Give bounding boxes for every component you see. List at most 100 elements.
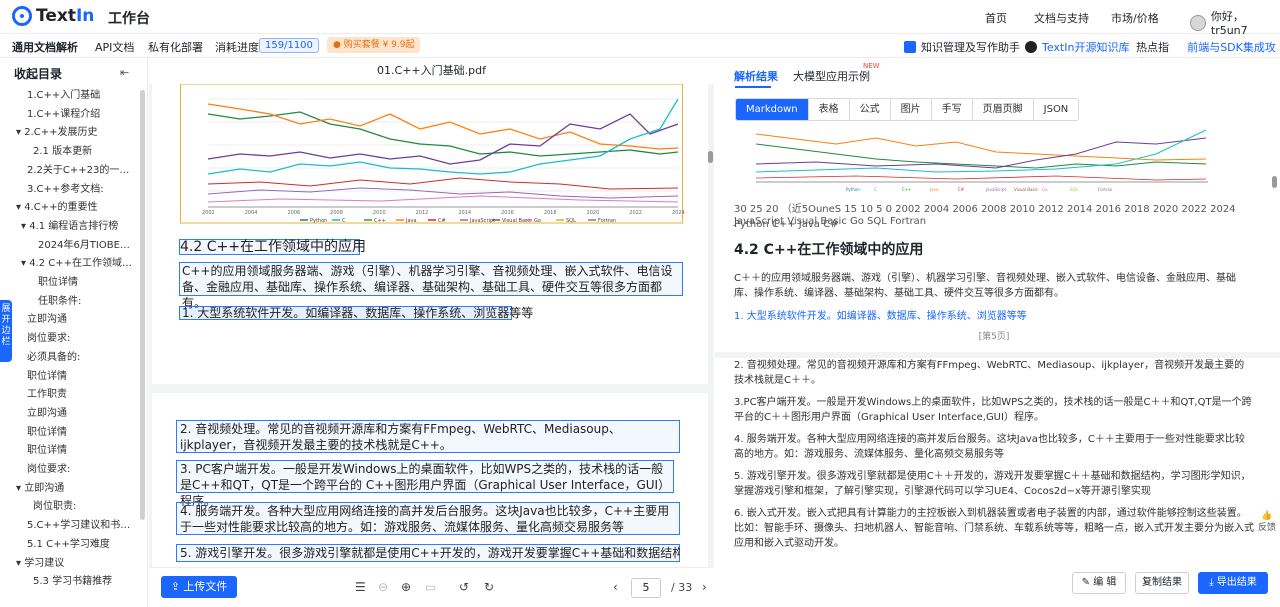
toc-item[interactable]: 岗位职责: [33, 497, 76, 512]
user-menu[interactable]: 你好，tr5un7 [1190, 8, 1280, 37]
feedback-button[interactable]: 👍 反馈 [1257, 510, 1277, 556]
export-result-button[interactable]: ⤓ 导出结果 [1198, 572, 1268, 594]
sidebar-scrollbar[interactable] [140, 90, 145, 520]
list-item-2: 2. 音视频处理。常见的音视频开源库和方案有FFmpeg、WebRTC、Medi… [180, 422, 621, 452]
thumb-icon: 👍 [1261, 511, 1273, 521]
chart-year-tick: 2008 [330, 210, 343, 216]
seg-handwriting[interactable]: 手写 [932, 99, 973, 120]
usage-label: 消耗进度 [215, 41, 259, 54]
writing-assistant-link[interactable]: 知识管理及写作助手 [904, 39, 1020, 55]
toc-item[interactable]: ▾ 2.C++发展历史 [16, 123, 97, 138]
legend-label: Visual Basic [502, 218, 532, 224]
toc-item[interactable]: 1.C++课程介绍 [27, 105, 100, 120]
result-legend-label: Java [929, 187, 939, 192]
collapse-icon[interactable]: ⇤ [120, 66, 129, 79]
result-legend-label: Visual Basic [1014, 187, 1038, 192]
upload-button[interactable]: ⇪ 上传文件 [161, 576, 237, 598]
seg-formula[interactable]: 公式 [850, 99, 891, 120]
toc-item[interactable]: ▾ 4.C++的重要性 [16, 198, 97, 213]
pdf-viewer: 01.C++入门基础.pdf 2002 2004 2006 2008 2010 2012 2… [149, 58, 714, 607]
toc-item[interactable]: 2.2关于C++23的一个小... [27, 161, 138, 176]
fit-page-icon[interactable]: ▭ [425, 580, 436, 594]
toc-item[interactable]: 立即沟通 [27, 404, 67, 419]
tab-parse-result[interactable]: 解析结果 [734, 68, 778, 84]
toc-item[interactable]: 5.C++学习建议和书籍... [27, 516, 138, 531]
nav-market[interactable]: 市场/价格 [1111, 10, 1159, 26]
toc-item[interactable]: 职位详情 [27, 367, 67, 382]
upload-icon: ⇪ [170, 580, 184, 593]
copy-result-button[interactable]: 复制结果 [1135, 572, 1189, 594]
toc-item[interactable]: 必须具备的: [27, 348, 80, 363]
result-heading: 4.2 C++在工作领域中的应用 [734, 242, 924, 258]
result-paragraph-6: 6. 嵌入式开发。嵌入式把具有计算能力的主控板嵌入到机器装置或者电子装置的内部，… [734, 508, 1254, 549]
edit-icon: ✎ [1081, 577, 1094, 588]
toc-item[interactable]: 2024年6月TIOBE发... [38, 236, 138, 251]
toc-item[interactable]: 职位详情 [38, 273, 78, 288]
toc-item[interactable]: ▾ 学习建议 [16, 554, 64, 569]
chart-year-tick: 2024 [672, 210, 685, 216]
result-chart-image: Python C C++ Java C# JavaScript Visual Basic Go… [736, 124, 1226, 196]
zoom-in-icon[interactable]: ⊕ [401, 580, 411, 594]
knowledge-base-link[interactable]: TextIn开源知识库 [1025, 39, 1129, 55]
rotate-right-icon[interactable]: ↻ [484, 580, 494, 594]
toc-title: 收起目录 [14, 67, 63, 81]
new-badge: NEW [863, 62, 880, 70]
textin-logo[interactable]: TextIn [12, 6, 94, 26]
seg-header-footer[interactable]: 页眉页脚 [973, 99, 1034, 120]
toc-item[interactable]: 岗位要求: [27, 460, 70, 475]
chart-year-tick: 2020 [587, 210, 600, 216]
seg-table[interactable]: 表格 [809, 99, 850, 120]
seg-image[interactable]: 图片 [891, 99, 932, 120]
toc-item[interactable]: 5.3 学习书籍推荐 [33, 572, 112, 587]
result-paragraph-3: 3.PC客户端开发。一般是开发Windows上的桌面软件，比如WPS之类的，技术… [734, 397, 1252, 423]
seg-markdown[interactable]: Markdown [736, 99, 809, 120]
buy-package-button[interactable]: ● 购买套餐 ¥ 9.9起 [327, 37, 421, 53]
viewer-toolbar: ⇪ 上传文件 ☰ ⊖ ⊕ ▭ ↺ ↻ ‹ 5 / 33 › [149, 567, 714, 607]
toc-item[interactable]: 任职条件: [38, 292, 81, 307]
toc-item[interactable]: 职位详情 [27, 423, 67, 438]
toc-item[interactable]: 岗位要求: [27, 329, 70, 344]
nav-home[interactable]: 首页 [985, 10, 1007, 26]
result-legend-label: C++ [902, 187, 912, 192]
nav-docs[interactable]: 文档与支持 [1034, 10, 1089, 26]
zoom-out-icon[interactable]: ⊖ [378, 580, 388, 594]
tab-general-parse[interactable]: 通用文档解析 [12, 39, 78, 55]
toc-item[interactable]: 工作职责 [27, 385, 67, 400]
result-panel: 解析结果 大模型应用示例 NEW Markdown 表格 公式 图片 手写 页眉… [715, 58, 1280, 607]
toc-item[interactable]: 3.C++参考文档: [27, 180, 104, 195]
result-paragraph-2: 2. 音视频处理。常见的音视频开源库和方案有FFmpeg、WebRTC、Medi… [734, 360, 1245, 386]
viewer-scrollbar[interactable] [708, 151, 713, 163]
rotate-left-icon[interactable]: ↺ [459, 580, 469, 594]
expand-sidebar-tab[interactable]: 展开边栏 [0, 300, 12, 362]
seg-json[interactable]: JSON [1034, 99, 1079, 120]
result-paragraph-5: 5. 游戏引擎开发。很多游戏引擎就都是使用C＋＋开发的，游戏开发要掌握C＋＋基础… [734, 471, 1251, 497]
result-list-item-1[interactable]: 1. 大型系统软件开发。如编译器、数据库、操作系统、浏览器等等 [734, 309, 1254, 324]
toc-item[interactable]: ▾ 立即沟通 [16, 479, 64, 494]
result-legend-label: C# [958, 187, 965, 192]
pdf-page-5: 2. 音视频处理。常见的音视频开源库和方案有FFmpeg、WebRTC、Medi… [152, 393, 708, 567]
edit-button[interactable]: ✎ 编 辑 [1072, 572, 1126, 594]
tab-private-deploy[interactable]: 私有化部署 [148, 39, 203, 55]
tab-api-docs[interactable]: API文档 [95, 39, 134, 55]
toc-item[interactable]: 1.C++入门基础 [27, 86, 100, 101]
chart-year-tick: 2018 [544, 210, 557, 216]
result-paragraph-4: 4. 服务端开发。各种大型应用网络连接的高并发后台服务。这块Java也比较多，C… [734, 434, 1245, 460]
result-legend-label: JavaScript [985, 187, 1006, 192]
workbench-title: 工作台 [108, 11, 150, 27]
toc-item[interactable]: 2.1 版本更新 [33, 142, 92, 157]
export-icon: ⤓ [1209, 577, 1217, 588]
toc-item[interactable]: 立即沟通 [27, 310, 67, 325]
toc-item[interactable]: 职位详情 [27, 441, 67, 456]
settings-icon[interactable]: ☰ [355, 580, 366, 594]
prev-page-icon[interactable]: ‹ [613, 580, 618, 594]
result-scrollbar[interactable] [1272, 176, 1277, 188]
toc-item[interactable]: 5.1 C++学习难度 [27, 535, 110, 550]
format-switcher: Markdown 表格 公式 图片 手写 页眉页脚 JSON [735, 98, 1080, 121]
usage-badge: 159/1100 [259, 38, 319, 53]
pdf-filename: 01.C++入门基础.pdf [149, 58, 714, 84]
toc-item[interactable]: ▾ 4.2 C++在工作领域中... [21, 254, 138, 269]
next-page-icon[interactable]: › [702, 580, 707, 594]
toc-item[interactable]: ▾ 4.1 编程语言排行榜 [21, 217, 118, 232]
tab-llm-examples[interactable]: 大模型应用示例 [793, 68, 870, 84]
page-input[interactable]: 5 [631, 578, 661, 598]
